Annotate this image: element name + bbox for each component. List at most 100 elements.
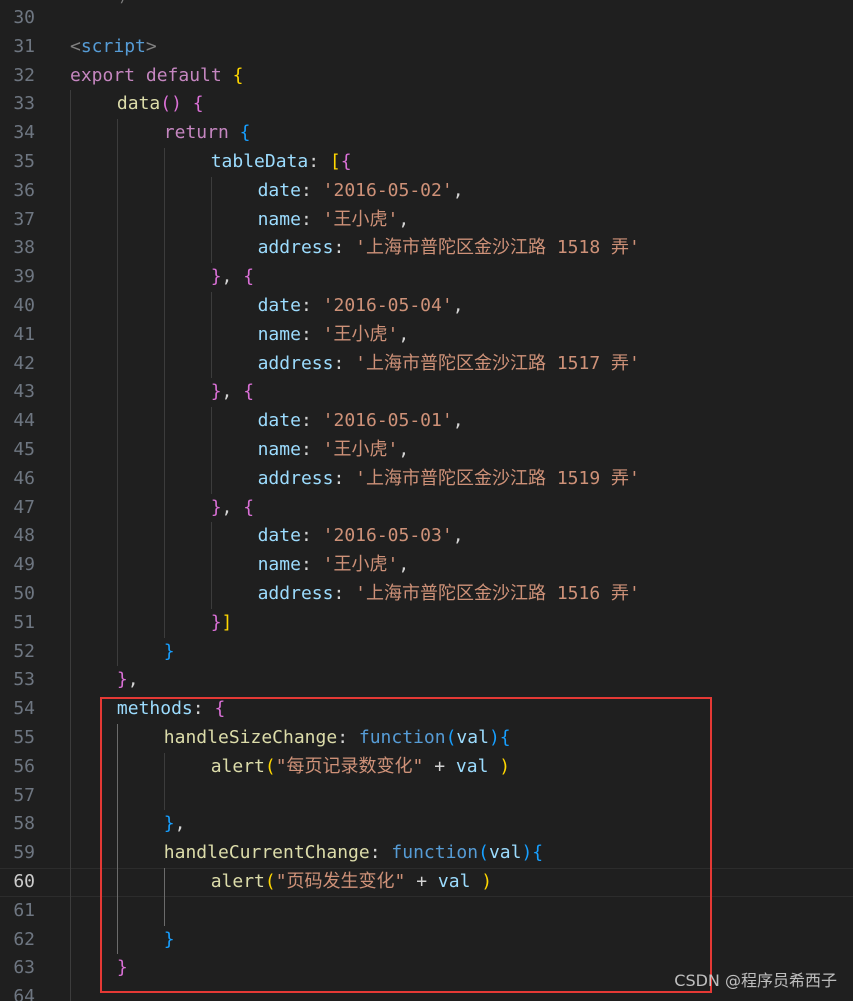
- code-line[interactable]: 50 address: '上海市普陀区金沙江路 1516 弄': [0, 579, 853, 609]
- line-code: address: '上海市普陀区金沙江路 1517 弄': [258, 350, 640, 379]
- methods-highlight-box: [100, 697, 712, 993]
- indent-guide: [163, 263, 165, 292]
- indent-guide: [116, 320, 118, 350]
- line-number: 37: [13, 208, 35, 230]
- indent-guide: [163, 551, 165, 580]
- code-token: name: [257, 208, 301, 230]
- code-token: :: [300, 294, 323, 316]
- code-token: date: [257, 410, 301, 432]
- indent-guide: [116, 579, 118, 609]
- code-token: :: [333, 352, 356, 374]
- line-code: }]: [211, 609, 233, 638]
- code-line[interactable]: 53},: [0, 666, 853, 696]
- code-token: date: [257, 525, 301, 547]
- indent-guide: [116, 349, 118, 379]
- code-line[interactable]: 51}]: [0, 608, 853, 638]
- code-line[interactable]: 37 name: '王小虎',: [0, 205, 853, 235]
- indent-guide: [116, 435, 118, 465]
- indent-guide: [210, 551, 212, 580]
- line-number: 56: [13, 755, 35, 777]
- indent-guide: [70, 867, 71, 897]
- indent-guide: [163, 147, 165, 177]
- code-token: ,: [398, 323, 410, 345]
- indent-guide: [70, 176, 71, 206]
- code-token: ,: [398, 208, 410, 230]
- code-line[interactable]: 45 name: '王小虎',: [0, 435, 853, 465]
- code-token: :: [300, 410, 323, 432]
- code-token: ,: [221, 381, 244, 403]
- code-token: {: [232, 64, 244, 86]
- code-line[interactable]: 32 export default {: [0, 62, 853, 91]
- code-token: {: [243, 381, 255, 403]
- code-line[interactable]: 48 date: '2016-05-03',: [0, 522, 853, 552]
- line-number: 50: [13, 582, 35, 604]
- indent-guide: [163, 378, 165, 408]
- code-token: address: [257, 237, 334, 259]
- code-token: ,: [452, 179, 464, 201]
- line-number: 34: [13, 122, 35, 144]
- indent-guide: [163, 291, 165, 321]
- indent-guide: [163, 407, 165, 436]
- code-line[interactable]: 34 return {: [0, 119, 853, 148]
- indent-guide: [116, 637, 118, 667]
- code-token: {: [192, 93, 204, 115]
- line-number: 42: [13, 352, 35, 374]
- code-line[interactable]: 43}, {: [0, 378, 853, 408]
- code-line[interactable]: 30: [0, 4, 853, 33]
- indent-guide: [70, 90, 71, 120]
- code-token: date: [257, 179, 301, 201]
- indent-guide: [70, 723, 71, 753]
- code-line[interactable]: 38 address: '上海市普陀区金沙江路 1518 弄': [0, 234, 853, 264]
- line-code: address: '上海市普陀区金沙江路 1518 弄': [258, 234, 640, 263]
- line-code: }: [164, 638, 175, 667]
- code-line[interactable]: 35 tableData: [{: [0, 147, 853, 177]
- code-token: [: [329, 150, 341, 172]
- indent-guide: [70, 263, 71, 292]
- indent-guide: [163, 176, 165, 206]
- line-number: 53: [13, 669, 35, 691]
- code-line[interactable]: 41 name: '王小虎',: [0, 320, 853, 350]
- code-token: ,: [398, 554, 410, 576]
- indent-guide: [116, 176, 118, 206]
- code-line[interactable]: 47}, {: [0, 493, 853, 523]
- code-line[interactable]: 39}, {: [0, 263, 853, 292]
- indent-guide: [70, 839, 71, 868]
- code-token: }: [210, 381, 222, 403]
- code-token: '2016-05-04': [322, 294, 453, 316]
- line-code: },: [117, 666, 139, 695]
- code-editor[interactable]: / 3031<script>32export default {33data()…: [0, 0, 853, 1001]
- code-line[interactable]: 46 address: '上海市普陀区金沙江路 1519 弄': [0, 464, 853, 494]
- indent-guide: [210, 291, 212, 321]
- indent-guide: [116, 291, 118, 321]
- code-line[interactable]: 42 address: '上海市普陀区金沙江路 1517 弄': [0, 349, 853, 379]
- indent-guide: [70, 954, 71, 984]
- code-token: :: [300, 525, 323, 547]
- code-line[interactable]: 31 <script>: [0, 33, 853, 62]
- code-line[interactable]: 33 data() {: [0, 90, 853, 120]
- line-number: 60: [13, 870, 35, 892]
- indent-guide: [70, 349, 71, 379]
- indent-guide: [163, 522, 165, 552]
- code-token: script: [80, 35, 146, 57]
- code-token: name: [257, 554, 301, 576]
- code-line[interactable]: 40 date: '2016-05-04',: [0, 291, 853, 321]
- code-token: '上海市普陀区金沙江路 1519 弄': [355, 467, 640, 489]
- code-token: default: [145, 64, 222, 86]
- code-line[interactable]: 36 date: '2016-05-02',: [0, 176, 853, 206]
- code-line[interactable]: 52}: [0, 637, 853, 667]
- line-code: date: '2016-05-03',: [258, 522, 464, 551]
- line-number: 59: [13, 842, 35, 864]
- code-token: }: [210, 611, 222, 633]
- line-number: 31: [13, 35, 35, 57]
- code-token: :: [300, 179, 323, 201]
- line-code: return {: [164, 119, 251, 148]
- line-number: 63: [13, 957, 35, 979]
- code-line[interactable]: 44 date: '2016-05-01',: [0, 407, 853, 436]
- code-token: (): [160, 93, 182, 115]
- code-line[interactable]: 49 name: '王小虎',: [0, 551, 853, 580]
- code-token: :: [300, 438, 323, 460]
- code-token: <: [70, 35, 81, 57]
- indent-guide: [163, 608, 165, 638]
- line-number: 39: [13, 266, 35, 288]
